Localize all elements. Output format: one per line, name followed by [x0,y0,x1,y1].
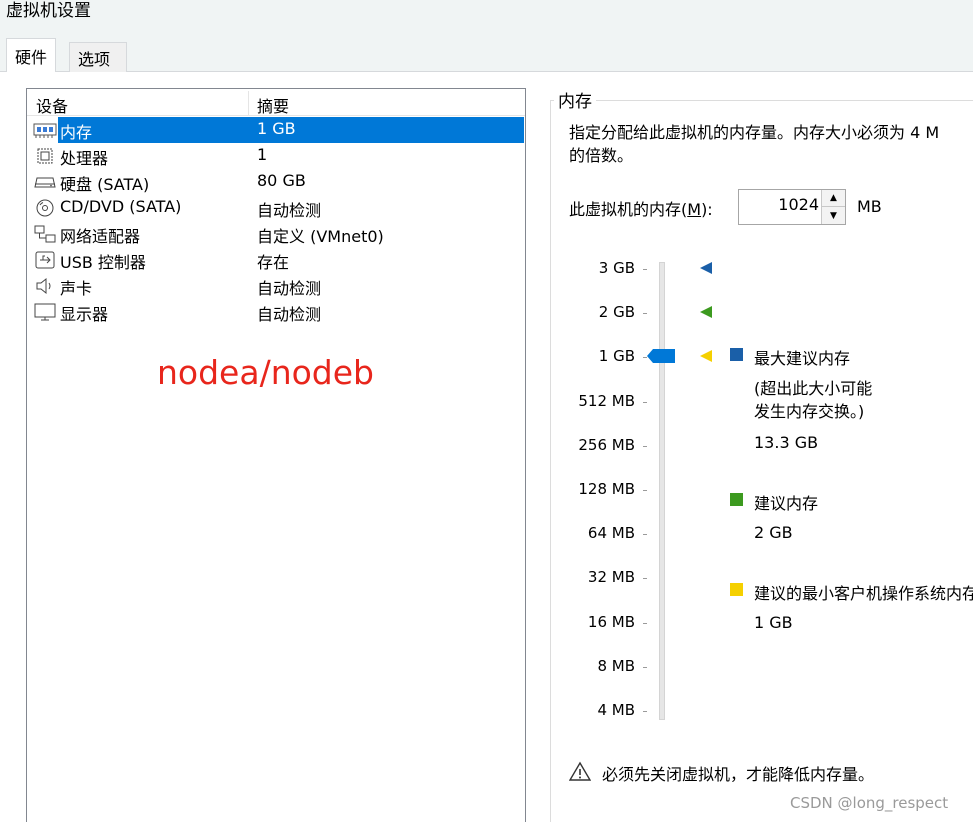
recommended-marker-icon [700,306,712,318]
minimum-marker-icon [700,350,712,362]
network-adapter-icon [34,225,56,243]
scale-tick [643,269,647,270]
memory-group-title: 内存 [554,87,596,112]
scale-label: 16 MB [587,612,635,631]
minimum-legend-swatch [730,583,743,596]
device-row-memory[interactable]: 内存 1 GB [30,117,524,143]
memory-label-prefix: 此虚拟机的内存( [569,200,688,219]
scale-tick [643,490,647,491]
spin-down-button[interactable]: ▼ [822,207,845,224]
scale-tick [643,666,647,668]
scale-label: 64 MB [587,524,635,543]
spin-up-button[interactable]: ▲ [822,190,845,207]
scale-label: 4 MB [597,701,635,719]
device-summary: 自动检测 [257,201,322,220]
device-name: 内存 [58,117,250,143]
device-summary: 存在 [257,253,290,272]
device-summary: 自定义 (VMnet0) [257,227,384,246]
scale-label: 256 MB [578,435,635,454]
memory-label-accel: M [687,200,702,219]
device-name: 网络适配器 [60,227,141,246]
memory-label-suffix: ): [701,200,713,219]
column-header-device[interactable]: 设备 [36,93,68,117]
device-row-usb-controller[interactable]: USB 控制器 存在 [30,247,524,273]
device-name: CD/DVD (SATA) [60,197,182,216]
scale-tick [643,711,647,712]
max-recommended-legend-swatch [730,348,743,361]
warning-text: 必须先关闭虚拟机，才能降低内存量。 [602,765,875,784]
device-summary: 1 [257,145,268,164]
scale-tick [643,313,647,315]
memory-unit: MB [857,197,882,216]
monitor-icon [34,303,56,321]
device-summary: 1 GB [250,117,524,143]
annotation-text: nodea/nodeb [157,353,374,392]
scale-tick [643,445,647,447]
memory-slider-track[interactable] [659,262,665,720]
tab-options[interactable]: 选项 [69,42,127,72]
device-name: 声卡 [60,279,93,298]
scale-label: 8 MB [597,656,635,675]
memory-spinbox[interactable]: 1024 ▲ ▼ [738,189,846,225]
hard-disk-icon [34,177,56,188]
minimum-label: 建议的最小客户机操作系统内存 [754,584,973,603]
recommended-value: 2 GB [754,523,793,542]
column-header-summary[interactable]: 摘要 [257,93,289,117]
title-bar: 虚拟机设置 [0,0,973,30]
device-summary: 80 GB [257,171,306,190]
device-summary: 自动检测 [257,305,322,324]
device-name: 硬盘 (SATA) [60,175,150,194]
scale-label: 512 MB [578,391,635,410]
scale-tick [643,401,647,403]
memory-value-input[interactable]: 1024 [739,195,819,214]
device-row-cd-dvd[interactable]: CD/DVD (SATA) 自动检测 [30,195,524,221]
scale-label: 3 GB [598,259,635,277]
device-name: 处理器 [60,149,109,168]
device-list[interactable]: 设备 摘要 内存 1 GB 处理器 1 硬盘 (SATA) 80 GB CD/D… [26,88,526,822]
scale-label: 32 MB [587,568,635,587]
window-title: 虚拟机设置 [6,1,91,21]
max-recommended-marker-icon [700,262,712,274]
scale-label: 128 MB [578,480,635,498]
minimum-value: 1 GB [754,613,793,632]
recommended-legend-swatch [730,493,743,506]
warning-icon [569,761,591,781]
device-row-network-adapter[interactable]: 网络适配器 自定义 (VMnet0) [30,221,524,247]
memory-icon [33,123,57,138]
scale-label: 2 GB [598,303,635,322]
device-row-sound-card[interactable]: 声卡 自动检测 [30,273,524,299]
triangle-up-icon: ▲ [830,193,837,203]
device-row-processor[interactable]: 处理器 1 [30,143,524,169]
usb-icon [35,251,55,269]
speaker-icon [36,277,51,295]
list-header: 设备 摘要 [27,89,525,116]
cd-dvd-icon [36,199,54,217]
device-name: USB 控制器 [60,253,146,272]
memory-size-label: 此虚拟机的内存(M): [569,196,713,220]
device-row-display[interactable]: 显示器 自动检测 [30,299,524,325]
device-name: 显示器 [60,305,109,324]
scale-label: 1 GB [598,347,635,366]
tab-strip: 硬件 选项 [0,30,973,73]
max-recommended-value: 13.3 GB [754,433,819,452]
spin-buttons: ▲ ▼ [821,190,845,224]
processor-icon [37,148,53,164]
column-separator[interactable] [248,91,249,115]
max-recommended-label: 最大建议内存 [754,349,851,368]
recommended-label: 建议内存 [754,494,819,513]
memory-slider-thumb[interactable] [647,348,675,364]
triangle-down-icon: ▼ [830,210,837,221]
scale-tick [643,578,647,580]
scale-tick [643,622,647,624]
tab-hardware[interactable]: 硬件 [6,38,57,73]
max-recommended-note: (超出此大小可能 发生内存交换。) [754,379,873,421]
memory-description: 指定分配给此虚拟机的内存量。内存大小必须为 4 M 的倍数。 [569,123,940,165]
device-row-hard-disk[interactable]: 硬盘 (SATA) 80 GB [30,169,524,195]
scale-tick [643,534,647,536]
watermark: CSDN @long_respect [790,794,949,812]
device-summary: 自动检测 [257,279,322,298]
